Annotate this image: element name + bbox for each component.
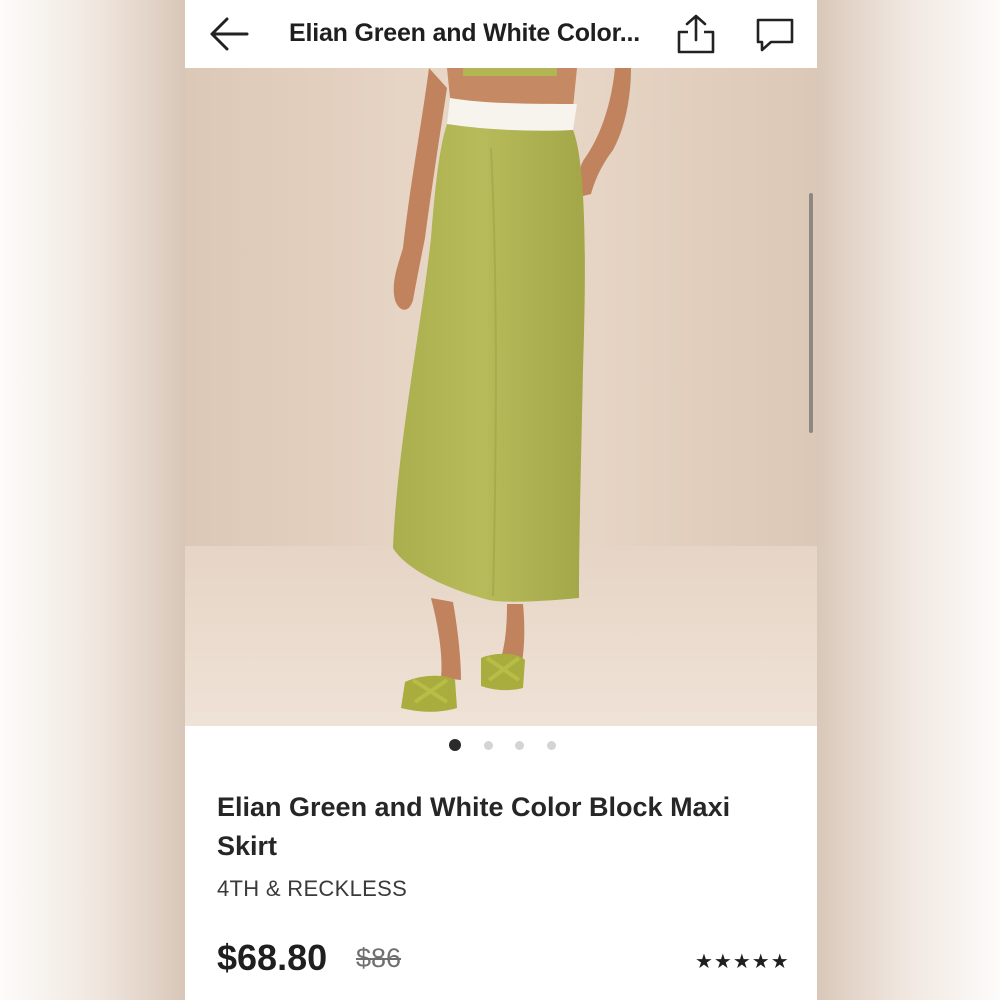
background-left — [0, 0, 185, 1000]
comment-button[interactable] — [753, 14, 797, 54]
carousel-indicator — [185, 738, 817, 754]
product-title: Elian Green and White Color Block Maxi S… — [217, 792, 731, 861]
brand-link[interactable]: 4TH & RECKLESS — [217, 876, 407, 902]
carousel-dot-3[interactable] — [515, 741, 524, 750]
sale-price: $68.80 — [217, 937, 328, 978]
page-scrollbar[interactable] — [809, 193, 813, 433]
back-button[interactable] — [207, 14, 251, 54]
share-button[interactable] — [674, 12, 718, 56]
arrow-left-icon — [210, 17, 249, 51]
carousel-dot-1[interactable] — [449, 739, 461, 751]
rating-stars[interactable]: ★★★★★ — [695, 949, 790, 974]
product-image[interactable] — [185, 68, 817, 726]
comment-bubble-icon — [756, 18, 794, 52]
background-right — [815, 0, 1000, 1000]
carousel-dot-2[interactable] — [484, 741, 493, 750]
share-upload-icon — [677, 14, 715, 54]
top-navigation-bar: Elian Green and White Color... — [185, 0, 817, 68]
carousel-dot-4[interactable] — [547, 741, 556, 750]
listing-screen: Elian Green and White Color... Elian Gre… — [185, 0, 817, 1000]
original-price: $86 — [356, 943, 402, 973]
page-title: Elian Green and White Color... — [289, 19, 640, 47]
skirt-photo — [185, 68, 817, 726]
